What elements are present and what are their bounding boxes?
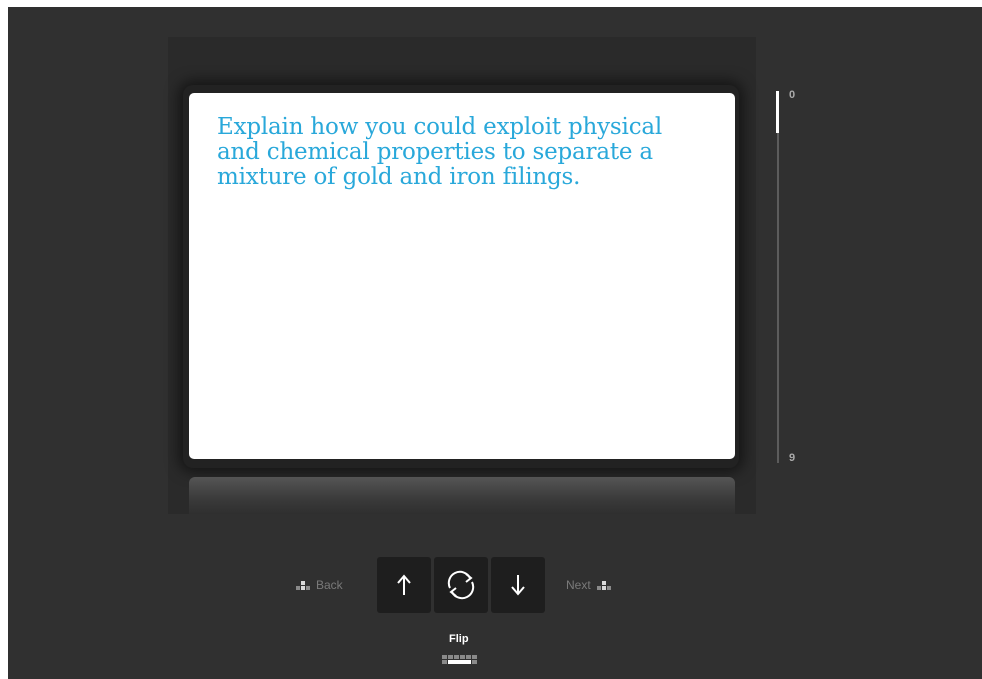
keyboard-hint-icon xyxy=(596,580,611,590)
progress-end-label: 9 xyxy=(789,452,796,464)
next-flashcard-peek[interactable] xyxy=(189,477,735,514)
arrow-down-icon xyxy=(511,575,525,596)
progress-start-label: 0 xyxy=(789,89,796,101)
back-link[interactable]: Back xyxy=(296,578,343,592)
arrow-up-icon xyxy=(397,574,411,595)
keyboard-hint-icon xyxy=(296,580,310,590)
card-progress-track[interactable] xyxy=(777,91,779,463)
card-question-text: Explain how you could exploit physical a… xyxy=(217,114,663,190)
flip-rotate-icon xyxy=(447,570,475,600)
card-progress-thumb[interactable] xyxy=(776,91,779,133)
back-label: Back xyxy=(316,578,343,592)
flip-label: Flip xyxy=(449,633,469,645)
next-link[interactable]: Next xyxy=(566,578,611,592)
spacebar-hint-icon xyxy=(442,655,477,664)
flip-card-button[interactable] xyxy=(434,557,488,613)
next-card-button[interactable] xyxy=(491,557,545,613)
flashcard[interactable]: Explain how you could exploit physical a… xyxy=(189,93,735,459)
next-label: Next xyxy=(566,578,591,592)
previous-card-button[interactable] xyxy=(377,557,431,613)
